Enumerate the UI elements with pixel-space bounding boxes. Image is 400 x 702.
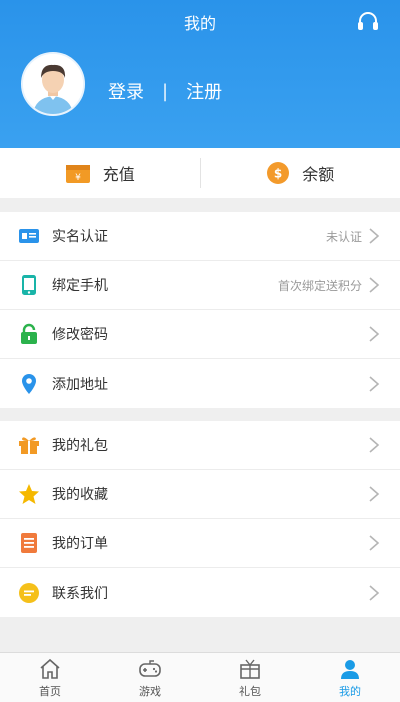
- verification-status: 未认证: [325, 229, 362, 244]
- list-item-add-address[interactable]: 添加地址: [0, 359, 400, 408]
- chevron-right-icon: [369, 228, 380, 244]
- list-item-favorites[interactable]: 我的收藏: [0, 470, 400, 519]
- list-item-label: 联系我们: [52, 585, 108, 602]
- list-item-change-password[interactable]: 修改密码: [0, 310, 400, 359]
- list-item-bind-phone[interactable]: 绑定手机 首次绑定送积分: [0, 261, 400, 310]
- personal-group: 我的礼包 我的收藏 我的订单 联系我们: [0, 421, 400, 617]
- list-item-label: 绑定手机: [52, 278, 108, 294]
- tab-label: 游戏: [139, 684, 161, 698]
- chevron-right-icon: [369, 375, 380, 392]
- chevron-right-icon: [369, 486, 380, 502]
- chevron-right-icon: [369, 326, 380, 342]
- chevron-right-icon: [369, 277, 380, 293]
- headset-icon[interactable]: [356, 10, 380, 32]
- user-icon: [341, 659, 359, 679]
- bottom-tab-bar: 首页 游戏 礼包 我的: [0, 652, 400, 702]
- list-item-label: 添加地址: [52, 376, 108, 393]
- tab-gifts[interactable]: 礼包: [200, 653, 300, 702]
- list-item-label: 我的收藏: [52, 487, 108, 503]
- tab-me[interactable]: 我的: [300, 653, 400, 702]
- gamepad-icon: [139, 659, 161, 677]
- list-item-label: 我的订单: [52, 536, 108, 552]
- list-item-label: 修改密码: [52, 327, 108, 343]
- svg-text:¥: ¥: [75, 173, 81, 183]
- avatar-icon: [23, 54, 83, 114]
- list-item-label: 实名认证: [52, 229, 108, 245]
- profile-header: 我的 登录 | 注册: [0, 0, 400, 148]
- tab-home[interactable]: 首页: [0, 653, 100, 702]
- home-icon: [40, 658, 60, 679]
- phone-icon: [18, 274, 40, 296]
- register-link[interactable]: 注册: [186, 78, 222, 104]
- page-title: 我的: [183, 14, 216, 33]
- list-item-contact-us[interactable]: 联系我们: [0, 568, 400, 617]
- location-pin-icon: [18, 373, 40, 395]
- balance-button[interactable]: $ 余额: [201, 148, 400, 198]
- order-list-icon: [18, 532, 40, 554]
- id-card-icon: [18, 225, 40, 247]
- list-item-orders[interactable]: 我的订单: [0, 519, 400, 568]
- balance-label: 余额: [302, 165, 335, 184]
- login-link[interactable]: 登录: [108, 78, 144, 104]
- list-item-real-name[interactable]: 实名认证 未认证: [0, 212, 400, 261]
- avatar[interactable]: [21, 52, 85, 116]
- chevron-right-icon: [369, 437, 380, 453]
- tab-label: 首页: [39, 684, 61, 698]
- gift-icon: [18, 434, 40, 456]
- tab-games[interactable]: 游戏: [100, 653, 200, 702]
- tab-label: 礼包: [239, 684, 261, 698]
- list-item-my-gifts[interactable]: 我的礼包: [0, 421, 400, 470]
- recharge-button[interactable]: ¥ 充值: [0, 148, 200, 198]
- tab-label: 我的: [339, 684, 361, 698]
- bind-phone-hint: 首次绑定送积分: [277, 278, 362, 293]
- star-icon: [18, 483, 40, 505]
- chat-bubble-icon: [18, 582, 40, 604]
- coin-icon: $: [267, 162, 290, 184]
- gift-box-icon: [240, 659, 260, 679]
- chevron-right-icon: [369, 535, 380, 551]
- list-item-label: 我的礼包: [52, 438, 108, 454]
- chevron-right-icon: [369, 584, 380, 601]
- svg-text:$: $: [274, 167, 282, 181]
- wallet-icon: ¥: [65, 165, 90, 183]
- recharge-label: 充值: [102, 165, 135, 184]
- wallet-bar: ¥ 充值 $ 余额: [0, 148, 400, 198]
- auth-links: 登录 | 注册: [108, 78, 222, 104]
- lock-icon: [18, 323, 40, 345]
- auth-separator: |: [162, 80, 169, 102]
- account-settings-group: 实名认证 未认证 绑定手机 首次绑定送积分 修改密码 添加地址: [0, 212, 400, 408]
